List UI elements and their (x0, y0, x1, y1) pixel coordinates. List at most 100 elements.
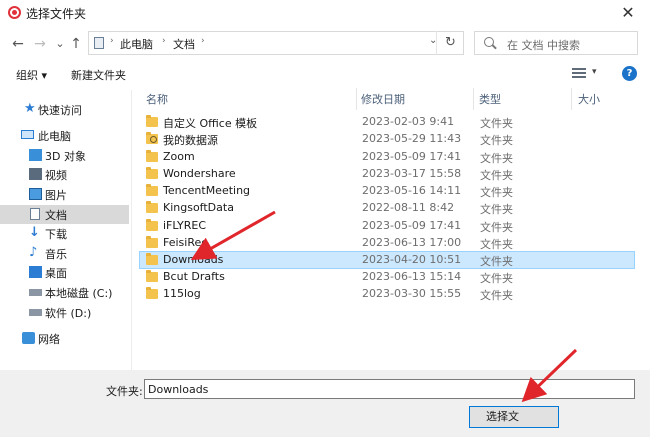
file-row[interactable]: Wondershare 2023-03-17 15:58 文件夹 (139, 166, 635, 183)
sidebar-item-documents[interactable]: 文档 (0, 205, 129, 224)
file-row[interactable]: FeisiRec 2023-06-13 17:00 文件夹 (139, 235, 635, 252)
file-modified: 2022-08-11 8:42 (362, 201, 455, 214)
file-name: FeisiRec (163, 236, 208, 249)
folder-name-label: 文件夹: (106, 385, 143, 398)
title-bar: 选择文件夹 ✕ (0, 0, 650, 26)
sidebar-item-videos[interactable]: 视频 (0, 165, 129, 184)
sidebar-item-pictures[interactable]: 图片 (0, 185, 129, 204)
file-modified: 2023-06-13 15:14 (362, 270, 462, 283)
folder-icon (146, 115, 158, 127)
column-header-size[interactable]: 大小 (572, 88, 638, 110)
breadcrumb-this-pc[interactable]: 此电脑 (120, 36, 153, 52)
file-modified: 2023-03-30 15:55 (362, 287, 462, 300)
sidebar-item-label: 快速访问 (38, 104, 82, 117)
sidebar-item-quick-access[interactable]: ★ 快速访问 (0, 100, 129, 119)
file-type: 文件夹 (480, 169, 513, 182)
picture-icon (29, 188, 42, 200)
file-type: 文件夹 (480, 117, 513, 130)
file-row[interactable]: iFLYREC 2023-05-09 17:41 文件夹 (139, 218, 635, 235)
folder-icon (146, 253, 158, 265)
help-icon[interactable]: ? (622, 66, 637, 81)
sidebar-item-label: 桌面 (45, 267, 67, 280)
up-button[interactable]: ↑ (66, 34, 86, 54)
file-type: 文件夹 (480, 152, 513, 165)
breadcrumb-documents[interactable]: 文档 (173, 36, 195, 52)
dialog-footer: 文件夹: 选择文 (0, 370, 650, 437)
sidebar-item-this-pc[interactable]: 此电脑 (0, 126, 129, 145)
network-icon (22, 332, 35, 344)
chevron-right-icon[interactable]: › (110, 36, 114, 46)
file-modified: 2023-03-17 15:58 (362, 167, 462, 180)
file-modified: 2023-05-09 17:41 (362, 150, 462, 163)
window-title: 选择文件夹 (26, 7, 87, 21)
folder-name-input[interactable] (144, 379, 635, 399)
file-type: 文件夹 (480, 272, 513, 285)
file-type: 文件夹 (480, 134, 513, 147)
desktop-icon (29, 266, 42, 278)
organize-menu-button[interactable]: 组织 ▾ (16, 67, 47, 83)
view-options-icon[interactable] (572, 68, 586, 79)
sidebar-item-label: 此电脑 (38, 130, 71, 143)
back-button[interactable]: ← (8, 34, 28, 54)
data-source-folder-icon (146, 132, 158, 144)
sidebar-item-label: 3D 对象 (45, 150, 86, 163)
folder-icon (146, 167, 158, 179)
forward-button[interactable]: → (30, 34, 50, 54)
address-bar[interactable]: › 此电脑 › 文档 › ⌄ (88, 31, 464, 55)
view-dropdown-icon[interactable]: ▾ (592, 67, 597, 77)
sidebar-item-3d-objects[interactable]: 3D 对象 (0, 146, 129, 165)
folder-icon (146, 219, 158, 231)
column-header-label: 修改日期 (361, 93, 405, 106)
sidebar-item-label: 下载 (45, 228, 67, 241)
column-header-label: 大小 (578, 93, 600, 106)
file-row-selected[interactable]: Downloads 2023-04-20 10:51 文件夹 (139, 251, 635, 269)
file-row[interactable]: Bcut Drafts 2023-06-13 15:14 文件夹 (139, 269, 635, 286)
close-button[interactable]: ✕ (606, 0, 650, 26)
chevron-right-icon[interactable]: › (162, 36, 166, 46)
vertical-scrollbar[interactable] (638, 88, 650, 370)
file-row[interactable]: 我的数据源 2023-05-29 11:43 文件夹 (139, 131, 635, 148)
file-type: 文件夹 (480, 255, 513, 268)
sidebar-item-label: 视频 (45, 169, 67, 182)
select-folder-button[interactable]: 选择文 (469, 406, 559, 428)
file-row[interactable]: TencentMeeting 2023-05-16 14:11 文件夹 (139, 183, 635, 200)
sidebar-item-music[interactable]: ♪ 音乐 (0, 244, 129, 263)
refresh-button[interactable]: ↻ (436, 31, 464, 55)
search-box[interactable]: 在 文档 中搜索 (474, 31, 638, 55)
column-header-name[interactable]: 名称 (132, 88, 356, 110)
file-name: TencentMeeting (163, 184, 251, 197)
document-icon (30, 208, 40, 220)
search-icon (484, 37, 494, 47)
search-placeholder: 在 文档 中搜索 (507, 39, 580, 52)
sidebar-item-label: 网络 (38, 333, 60, 346)
column-header-type[interactable]: 类型 (474, 88, 571, 110)
file-row[interactable]: Zoom 2023-05-09 17:41 文件夹 (139, 149, 635, 166)
file-modified: 2023-05-16 14:11 (362, 184, 462, 197)
file-row[interactable]: 自定义 Office 模板 2023-02-03 9:41 文件夹 (139, 114, 635, 131)
column-header-modified[interactable]: 修改日期 (357, 88, 473, 110)
file-row[interactable]: KingsoftData 2022-08-11 8:42 文件夹 (139, 200, 635, 217)
app-logo-icon (8, 6, 21, 19)
chevron-right-icon[interactable]: › (201, 36, 205, 46)
file-modified: 2023-05-29 11:43 (362, 132, 462, 145)
file-name: Bcut Drafts (163, 270, 225, 283)
column-header-label: 类型 (479, 93, 501, 106)
cancel-button[interactable] (567, 406, 637, 428)
file-type: 文件夹 (480, 203, 513, 216)
file-name: Downloads (163, 253, 224, 266)
new-folder-button[interactable]: 新建文件夹 (71, 67, 126, 83)
sidebar-item-desktop[interactable]: 桌面 (0, 263, 129, 282)
file-row[interactable]: 115log 2023-03-30 15:55 文件夹 (139, 286, 635, 303)
cube-icon (29, 149, 42, 161)
sidebar-item-network[interactable]: 网络 (0, 329, 129, 348)
file-name: KingsoftData (163, 201, 234, 214)
sidebar-item-label: 图片 (45, 189, 67, 202)
folder-icon (146, 150, 158, 162)
sidebar-item-downloads[interactable]: ↓ 下载 (0, 224, 129, 243)
sidebar-item-local-disk-c[interactable]: 本地磁盘 (C:) (0, 283, 129, 302)
music-icon: ♪ (29, 245, 38, 260)
file-name: 115log (163, 287, 201, 300)
sidebar-item-label: 音乐 (45, 248, 67, 261)
sidebar-item-software-d[interactable]: 软件 (D:) (0, 303, 129, 322)
folder-icon (146, 201, 158, 213)
